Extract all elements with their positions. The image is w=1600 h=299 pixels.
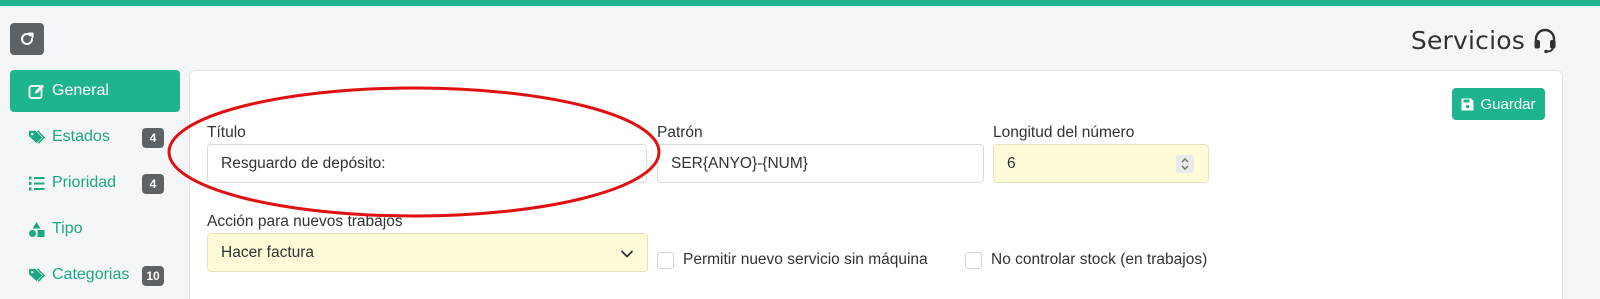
sidebar-item-label: Tipo <box>52 220 83 237</box>
count-badge: 10 <box>142 266 164 286</box>
titulo-input[interactable]: Resguardo de depósito: <box>207 144 647 183</box>
spinner-arrows-icon <box>1181 158 1189 170</box>
tags-icon <box>28 267 45 284</box>
permitir-sin-maquina-label: Permitir nuevo servicio sin máquina <box>683 251 928 268</box>
number-spinner[interactable] <box>1176 155 1194 173</box>
no-controlar-stock-label: No controlar stock (en trabajos) <box>991 251 1208 268</box>
save-button[interactable]: Guardar <box>1452 88 1545 120</box>
sidebar-item-categorias[interactable]: Categorias 10 <box>10 254 180 296</box>
sidebar-item-label: Estados <box>52 128 110 145</box>
chevron-down-icon <box>621 250 633 258</box>
refresh-icon <box>21 32 34 45</box>
refresh-button[interactable] <box>10 23 44 55</box>
longitud-label: Longitud del número <box>993 124 1135 141</box>
titulo-value: Resguardo de depósito: <box>221 154 386 172</box>
sidebar-item-general[interactable]: General <box>10 70 180 112</box>
save-button-label: Guardar <box>1480 95 1536 113</box>
settings-panel: Guardar Título Resguardo de depósito: Pa… <box>189 70 1563 299</box>
permitir-sin-maquina-option[interactable]: Permitir nuevo servicio sin máquina <box>657 251 928 269</box>
sidebar-item-tipo[interactable]: Tipo <box>10 208 180 250</box>
edit-icon <box>28 83 45 100</box>
no-controlar-stock-option[interactable]: No controlar stock (en trabajos) <box>965 251 1207 269</box>
sidebar-item-label: General <box>52 82 109 99</box>
page-title: Servicios <box>1410 26 1525 55</box>
permitir-sin-maquina-checkbox[interactable] <box>657 251 674 269</box>
accion-select[interactable]: Hacer factura <box>207 233 648 272</box>
sidebar-item-label: Categorias <box>52 266 130 283</box>
floppy-disk-icon <box>1461 98 1474 110</box>
patron-label: Patrón <box>657 124 703 141</box>
titulo-label: Título <box>207 124 246 141</box>
list-ol-icon <box>28 175 45 192</box>
sidebar-item-label: Prioridad <box>52 174 117 191</box>
tags-icon <box>28 129 45 146</box>
patron-input[interactable]: SER{ANYO}-{NUM} <box>657 144 984 183</box>
shapes-icon <box>28 221 45 238</box>
headset-icon[interactable] <box>1531 26 1559 54</box>
sidebar-item-prioridad[interactable]: Prioridad 4 <box>10 162 180 204</box>
accion-selected-value: Hacer factura <box>221 243 315 261</box>
longitud-number-input[interactable]: 6 <box>993 144 1209 183</box>
top-accent-bar <box>0 0 1600 6</box>
no-controlar-stock-checkbox[interactable] <box>965 251 982 269</box>
longitud-value: 6 <box>1007 154 1016 172</box>
sidebar-nav: General Estados 4 Prioridad 4 Tipo Categ… <box>10 70 180 299</box>
count-badge: 4 <box>142 174 164 194</box>
patron-value: SER{ANYO}-{NUM} <box>671 154 808 172</box>
count-badge: 4 <box>142 128 164 148</box>
sidebar-item-estados[interactable]: Estados 4 <box>10 116 180 158</box>
accion-label: Acción para nuevos trabajos <box>207 213 403 230</box>
